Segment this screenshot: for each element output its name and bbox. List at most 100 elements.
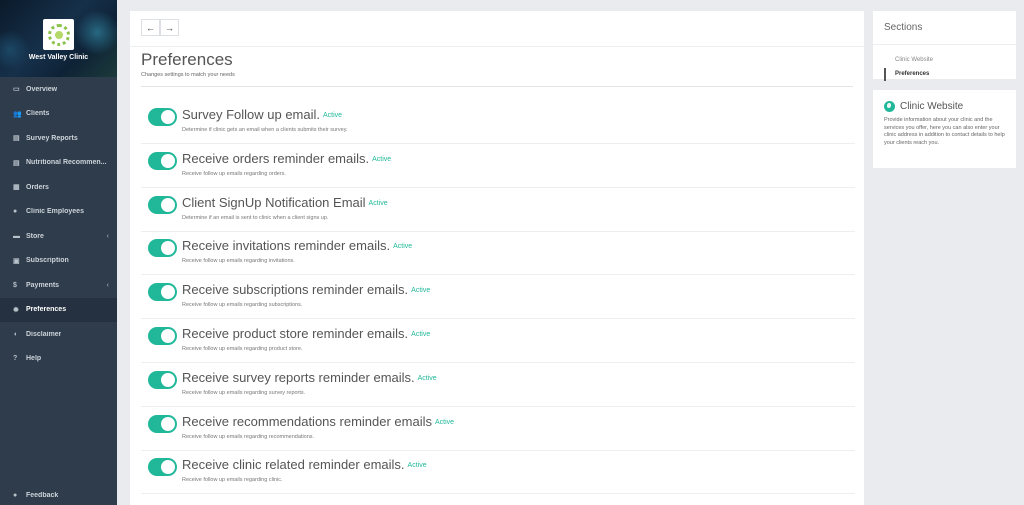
divider (873, 44, 1016, 45)
preference-toggle[interactable] (148, 414, 177, 433)
preference-title: Receive clinic related reminder emails. A… (182, 457, 427, 472)
sections-panel: Sections Clinic Website Preferences (873, 11, 1016, 81)
preference-row: Receive invitations reminder emails. Acti… (141, 231, 855, 276)
preference-row: Receive orders reminder emails. Active Rec… (141, 144, 855, 188)
preference-title-text: Receive clinic related reminder emails. (182, 457, 405, 473)
sidebar-item-orders[interactable]: ▦ Orders (0, 175, 117, 199)
preference-row: Survey Follow up email. Active Determine i… (141, 100, 855, 144)
status-badge: Active (323, 112, 343, 119)
preference-title: Receive product store reminder emails. Ac… (182, 326, 430, 341)
toggle-knob (161, 197, 175, 212)
preference-toggle[interactable] (148, 283, 177, 302)
divider (141, 86, 853, 87)
preference-description: Determine if an email is sent to clinic … (182, 214, 329, 221)
cart-icon: ▬ (13, 232, 20, 240)
preference-title-text: Receive recommendations reminder emails (182, 413, 432, 429)
toggle-knob (161, 416, 175, 431)
preference-title: Receive recommendations reminder emails A… (182, 414, 454, 429)
status-badge: Active (411, 287, 431, 295)
preference-toggle[interactable] (148, 195, 177, 214)
status-badge: Active (372, 155, 392, 163)
sidebar-item-clients[interactable]: 👥 Clients (0, 102, 117, 126)
sidebar-item-clinic-employees[interactable]: ● Clinic Employees (0, 200, 117, 224)
sidebar-item-label: Overview (26, 85, 58, 93)
toggle-knob (161, 285, 175, 300)
preference-title-text: Survey Follow up email. (182, 107, 320, 122)
preference-toggle[interactable] (148, 151, 177, 170)
preference-row: Receive clinic related reminder emails. A… (141, 450, 855, 495)
preference-description: Receive follow up emails regarding recom… (182, 433, 315, 440)
active-section-indicator (884, 68, 886, 81)
sidebar-item-overview[interactable]: ▭ Overview (0, 77, 117, 101)
gear-icon: ✹ (13, 306, 19, 314)
preference-row: Receive product store reminder emails. Ac… (141, 319, 855, 363)
preference-toggle[interactable] (148, 458, 177, 477)
preference-title: Receive subscriptions reminder emails. Ac… (182, 282, 430, 297)
sidebar-item-nutritional-recommen[interactable]: ▤ Nutritional Recommen... (0, 151, 117, 175)
preference-toggle[interactable] (148, 239, 177, 258)
preference-title: Receive orders reminder emails. Active (182, 151, 391, 166)
sidebar-item-help[interactable]: ? Help (0, 347, 117, 371)
page-subtitle: Changes settings to match your needs (141, 72, 235, 78)
sidebar-item-subscription[interactable]: ▣ Subscription (0, 249, 117, 273)
user-icon: ● (13, 208, 18, 215)
toggle-knob (161, 329, 175, 343)
back-button[interactable]: ← (141, 19, 160, 36)
status-badge: Active (411, 331, 431, 338)
monitor-icon: ▭ (13, 86, 20, 93)
sidebar-item-store[interactable]: ▬ Store ‹ (0, 224, 117, 248)
preference-toggle[interactable] (148, 108, 177, 126)
sidebar-item-label: Survey Reports (26, 134, 78, 142)
sidebar-item-label: Preferences (26, 306, 67, 313)
status-badge: Active (417, 374, 437, 382)
users-icon: 👥 (13, 110, 22, 118)
sidebar-item-payments[interactable]: $ Payments ‹ (0, 273, 117, 297)
section-link-clinic-website[interactable]: Clinic Website (895, 57, 933, 63)
status-badge: Active (368, 199, 388, 207)
preference-description: Receive follow up emails regarding clini… (182, 477, 283, 484)
toggle-knob (161, 460, 175, 475)
preference-description: Receive follow up emails regarding order… (182, 170, 286, 177)
status-badge: Active (407, 462, 427, 470)
preference-row: Receive survey reports reminder emails. A… (141, 363, 855, 407)
toggle-knob (161, 372, 175, 387)
section-link-preferences[interactable]: Preferences (895, 71, 929, 77)
clinic-website-heading[interactable]: Clinic Website (900, 101, 963, 112)
feedback-button[interactable]: ● Feedback (0, 483, 117, 505)
preference-description: Receive follow up emails regarding subsc… (182, 302, 303, 309)
file-icon: ▤ (13, 159, 20, 167)
forward-button[interactable]: → (160, 19, 179, 36)
file-icon: ▤ (13, 135, 20, 142)
clinic-website-panel: Clinic Website Provide information about… (873, 90, 1016, 168)
divider (130, 46, 864, 47)
question-icon: ? (13, 355, 18, 362)
page-title: Preferences (141, 50, 233, 69)
sidebar-item-label: Store (26, 232, 44, 240)
sidebar-item-label: Disclaimer (26, 330, 62, 338)
sidebar-item-label: Clinic Employees (26, 208, 84, 215)
clinic-website-description: Provide information about your clinic an… (884, 117, 1005, 146)
feedback-label: Feedback (26, 491, 59, 499)
sidebar-item-preferences[interactable]: ✹ Preferences (0, 297, 117, 322)
sidebar-item-label: Payments (26, 281, 60, 289)
chevron-left-icon: ‹ (106, 232, 109, 240)
preference-title-text: Receive invitations reminder emails. (182, 238, 391, 254)
arrow-left-icon: ← (146, 22, 155, 33)
preference-title-text: Receive orders reminder emails. (182, 150, 370, 166)
preference-description: Determine if clinic gets an email when a… (182, 127, 348, 133)
clinic-brand[interactable]: West Valley Clinic (0, 0, 117, 77)
list-icon: ▦ (13, 184, 20, 191)
preference-row: Client SignUp Notification Email Active De… (141, 188, 855, 232)
toggle-knob (161, 153, 175, 168)
sidebar-item-label: Orders (26, 183, 49, 191)
status-badge: Active (435, 418, 455, 426)
sidebar-item-survey-reports[interactable]: ▤ Survey Reports (0, 126, 117, 150)
preference-description: Receive follow up emails regarding surve… (182, 389, 306, 396)
sidebar-item-label: Nutritional Recommen... (26, 159, 107, 166)
preference-title: Receive invitations reminder emails. Acti… (182, 238, 412, 253)
preference-toggle[interactable] (148, 370, 177, 389)
sidebar-item-label: Subscription (26, 257, 69, 264)
sections-heading: Sections (884, 22, 923, 33)
sidebar-item-disclaimer[interactable]: ◖ Disclaimer (0, 322, 117, 346)
preference-toggle[interactable] (148, 327, 177, 345)
